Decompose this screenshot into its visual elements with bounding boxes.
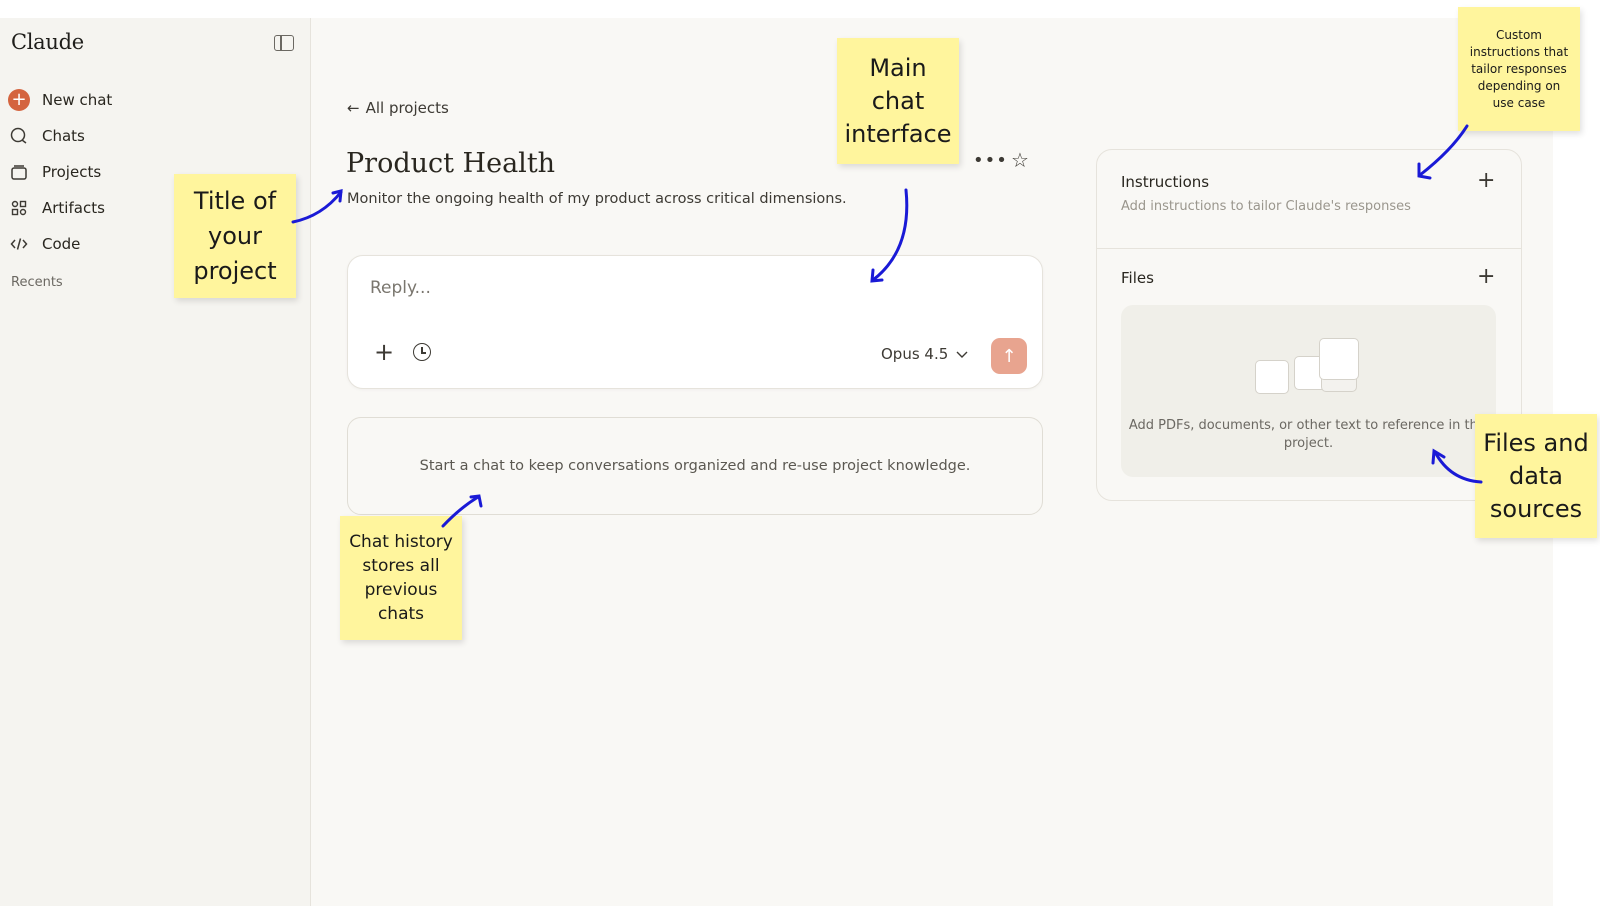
- files-dropzone[interactable]: Add PDFs, documents, or other text to re…: [1121, 305, 1496, 477]
- sticky-note-history: Chat history stores all previous chats: [340, 516, 462, 640]
- all-projects-label: All projects: [365, 99, 449, 117]
- add-instructions-button[interactable]: +: [1477, 168, 1495, 193]
- reply-input[interactable]: [370, 278, 970, 298]
- model-label: Opus 4.5: [881, 345, 949, 363]
- code-icon: [8, 233, 30, 255]
- all-projects-link[interactable]: ← All projects: [347, 99, 449, 117]
- sidebar-item-label: Code: [42, 235, 81, 253]
- chat-composer: + Opus 4.5 ↑: [347, 255, 1043, 389]
- sidebar-item-label: New chat: [42, 91, 113, 109]
- folder-icon: [8, 161, 30, 183]
- history-empty-text: Start a chat to keep conversations organ…: [419, 458, 971, 474]
- send-button[interactable]: ↑: [991, 338, 1027, 374]
- sidebar-item-projects[interactable]: Projects: [8, 154, 112, 190]
- chat-history-empty: Start a chat to keep conversations organ…: [347, 417, 1043, 515]
- files-title: Files: [1121, 269, 1154, 287]
- sidebar-nav: + New chat Chats Projects Artifacts Code: [8, 82, 112, 262]
- note-text: Title of your project: [193, 186, 277, 285]
- project-description: Monitor the ongoing health of my product…: [347, 191, 847, 207]
- recents-heading: Recents: [11, 275, 63, 290]
- note-text: Custom instructions that tailor response…: [1469, 27, 1569, 110]
- note-text: Chat history stores all previous chats: [349, 532, 453, 624]
- note-text: Files and data sources: [1483, 428, 1589, 523]
- project-knowledge-panel: Instructions Add instructions to tailor …: [1096, 149, 1522, 501]
- documents-icon: [1255, 338, 1367, 396]
- add-attachment-icon[interactable]: +: [374, 338, 394, 366]
- instructions-subtitle: Add instructions to tailor Claude's resp…: [1121, 199, 1411, 214]
- app-window: Claude + New chat Chats Projects Artifac…: [0, 18, 1553, 906]
- arrow-left-icon: ←: [347, 99, 360, 117]
- instructions-title: Instructions: [1121, 173, 1210, 191]
- sticky-note-main-chat: Main chat interface: [837, 38, 959, 164]
- chevron-down-icon: [956, 345, 968, 363]
- chat-icon: [8, 125, 30, 147]
- clock-icon[interactable]: [413, 343, 431, 361]
- sidebar-item-code[interactable]: Code: [8, 226, 112, 262]
- sticky-note-title: Title of your project: [174, 174, 296, 298]
- sidebar: Claude + New chat Chats Projects Artifac…: [0, 18, 311, 906]
- plus-icon: +: [8, 89, 30, 111]
- sidebar-item-label: Chats: [42, 127, 85, 145]
- files-empty-text: Add PDFs, documents, or other text to re…: [1128, 418, 1489, 451]
- sidebar-item-chats[interactable]: Chats: [8, 118, 112, 154]
- sticky-note-instructions: Custom instructions that tailor response…: [1458, 7, 1580, 131]
- sidebar-item-new-chat[interactable]: + New chat: [8, 82, 112, 118]
- model-selector[interactable]: Opus 4.5: [881, 345, 968, 363]
- sidebar-item-label: Artifacts: [42, 199, 105, 217]
- project-title: Product Health: [346, 148, 556, 179]
- add-files-button[interactable]: +: [1477, 264, 1495, 289]
- logo: Claude: [11, 30, 84, 54]
- more-options-icon[interactable]: •••: [973, 150, 1008, 171]
- sidebar-item-label: Projects: [42, 163, 102, 181]
- sidebar-toggle-icon[interactable]: [274, 35, 294, 51]
- divider: [1097, 248, 1521, 249]
- star-icon[interactable]: ☆: [1011, 148, 1029, 172]
- note-text: Main chat interface: [844, 53, 952, 148]
- sticky-note-files: Files and data sources: [1475, 414, 1597, 538]
- sidebar-item-artifacts[interactable]: Artifacts: [8, 190, 112, 226]
- arrow-up-icon: ↑: [1001, 345, 1017, 367]
- artifacts-icon: [8, 197, 30, 219]
